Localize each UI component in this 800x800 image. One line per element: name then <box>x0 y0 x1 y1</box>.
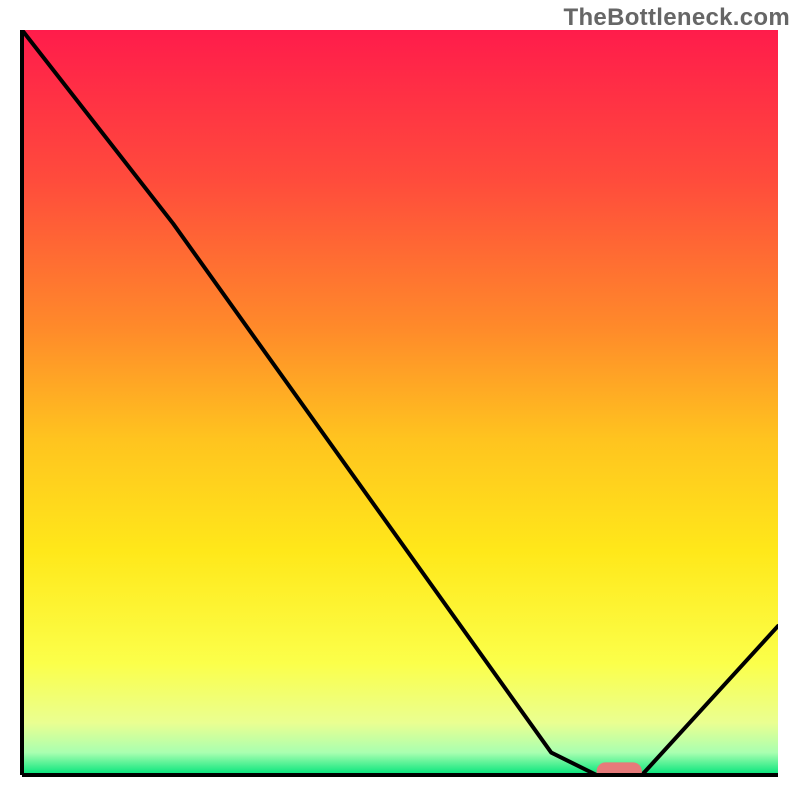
watermark: TheBottleneck.com <box>564 4 790 32</box>
current-point-marker <box>597 762 642 780</box>
gradient-background <box>22 30 778 775</box>
bottleneck-chart <box>0 0 800 800</box>
chart-stage: TheBottleneck.com <box>0 0 800 800</box>
